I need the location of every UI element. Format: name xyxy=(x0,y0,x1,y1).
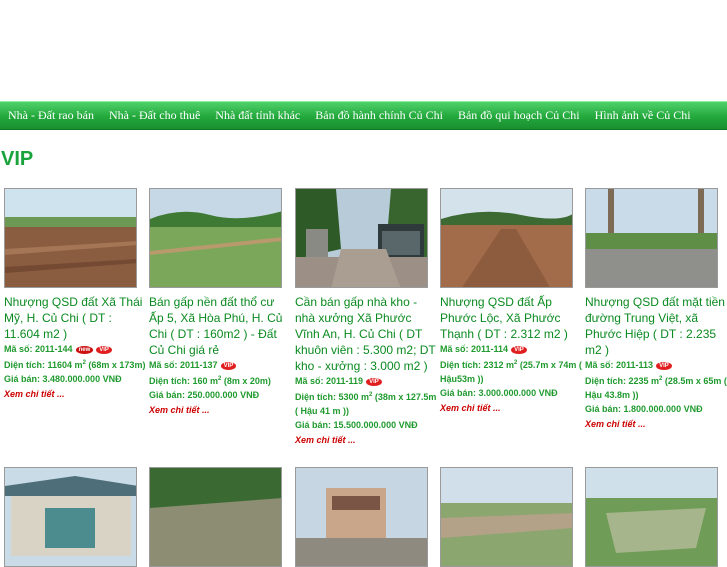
listing-photo[interactable] xyxy=(440,188,573,288)
listing-photo[interactable] xyxy=(149,467,282,567)
vip-badge-icon: VIP xyxy=(96,345,112,354)
vip-badge-icon: VIP xyxy=(511,345,527,354)
listing-card: Nhượng QSD đất Ấp Phước Lộc, Xã Phước Th… xyxy=(440,188,582,416)
nav-item-planning-map[interactable]: Bản đồ qui hoạch Củ Chi xyxy=(450,108,587,123)
vip-badge-icon: VIP xyxy=(656,361,672,370)
listing-area: Diện tích: 11604 m2 (68m x 173m) xyxy=(4,360,146,370)
listing-photo[interactable] xyxy=(4,188,137,288)
listing-price: Giá bán: 3.000.000.000 VNĐ xyxy=(440,388,558,398)
listing-card xyxy=(440,467,582,567)
listing-title[interactable]: Cần bán gấp nhà kho - nhà xưởng Xã Phước… xyxy=(295,294,437,374)
listing-photo[interactable] xyxy=(440,467,573,567)
main-nav: Nhà - Đất rao bán Nhà - Đất cho thuê Nhà… xyxy=(0,101,727,130)
listing-area: Diện tích: 160 m2 (8m x 20m) xyxy=(149,376,271,386)
listing-card: Bán gấp nền đất thổ cư Ấp 5, Xã Hòa Phú,… xyxy=(149,188,291,418)
listing-title[interactable]: Nhượng QSD đất Xã Thái Mỹ, H. Củ Chi ( D… xyxy=(4,294,146,342)
listing-photo[interactable] xyxy=(295,188,428,288)
listing-card: Nhượng QSD đất mặt tiền đường Trung Việt… xyxy=(585,188,727,432)
listing-code: Mã số: 2011-137 VIP xyxy=(149,358,291,372)
view-details-link[interactable]: Xem chi tiết ... xyxy=(440,400,582,416)
listing-area: Diện tích: 5300 m2 (38m x 127.5m ( Hậu 4… xyxy=(295,392,437,416)
listing-card: Cần bán gấp nhà kho - nhà xưởng Xã Phước… xyxy=(295,188,437,448)
listing-photo[interactable] xyxy=(149,188,282,288)
listing-photo[interactable] xyxy=(585,467,718,567)
view-details-link[interactable]: Xem chi tiết ... xyxy=(4,386,146,402)
listing-card: Nhượng QSD đất Xã Thái Mỹ, H. Củ Chi ( D… xyxy=(4,188,146,402)
listing-code: Mã số: 2011-113 VIP xyxy=(585,358,727,372)
listing-code: Mã số: 2011-144 new VIP xyxy=(4,342,146,356)
listing-price: Giá bán: 15.500.000.000 VNĐ xyxy=(295,420,418,430)
listing-area: Diện tích: 2312 m2 (25.7m x 74m ( Hậu53m… xyxy=(440,360,582,384)
listing-card xyxy=(585,467,727,567)
listing-photo[interactable] xyxy=(4,467,137,567)
listing-code: Mã số: 2011-119 VIP xyxy=(295,374,437,388)
listing-area: Diện tích: 2235 m2 (28.5m x 65m ( Hậu 43… xyxy=(585,376,727,400)
view-details-link[interactable]: Xem chi tiết ... xyxy=(585,416,727,432)
nav-item-rent[interactable]: Nhà - Đất cho thuê xyxy=(101,108,207,123)
listing-title[interactable]: Nhượng QSD đất Ấp Phước Lộc, Xã Phước Th… xyxy=(440,294,582,342)
nav-item-other-provinces[interactable]: Nhà đất tỉnh khác xyxy=(207,108,307,123)
vip-badge-icon: VIP xyxy=(220,361,237,370)
vip-badge-icon: VIP xyxy=(366,377,382,386)
listing-photo[interactable] xyxy=(295,467,428,567)
listing-price: Giá bán: 250.000.000 VNĐ xyxy=(149,390,260,400)
listing-price: Giá bán: 3.480.000.000 VNĐ xyxy=(4,374,122,384)
listing-title[interactable]: Bán gấp nền đất thổ cư Ấp 5, Xã Hòa Phú,… xyxy=(149,294,291,358)
view-details-link[interactable]: Xem chi tiết ... xyxy=(295,432,437,448)
listing-card xyxy=(149,467,291,567)
view-details-link[interactable]: Xem chi tiết ... xyxy=(149,402,291,418)
listing-title[interactable]: Nhượng QSD đất mặt tiền đường Trung Việt… xyxy=(585,294,727,358)
new-badge-icon: new xyxy=(75,345,94,354)
listing-photo[interactable] xyxy=(585,188,718,288)
listing-card xyxy=(295,467,437,567)
listing-code: Mã số: 2011-114 VIP xyxy=(440,342,582,356)
section-title: VIP xyxy=(1,148,34,170)
listing-price: Giá bán: 1.800.000.000 VNĐ xyxy=(585,404,703,414)
nav-item-admin-map[interactable]: Bản đồ hành chính Củ Chi xyxy=(307,108,450,123)
nav-item-sale[interactable]: Nhà - Đất rao bán xyxy=(0,108,101,123)
listing-card xyxy=(4,467,146,567)
nav-item-photos[interactable]: Hình ảnh về Củ Chi xyxy=(587,108,698,123)
